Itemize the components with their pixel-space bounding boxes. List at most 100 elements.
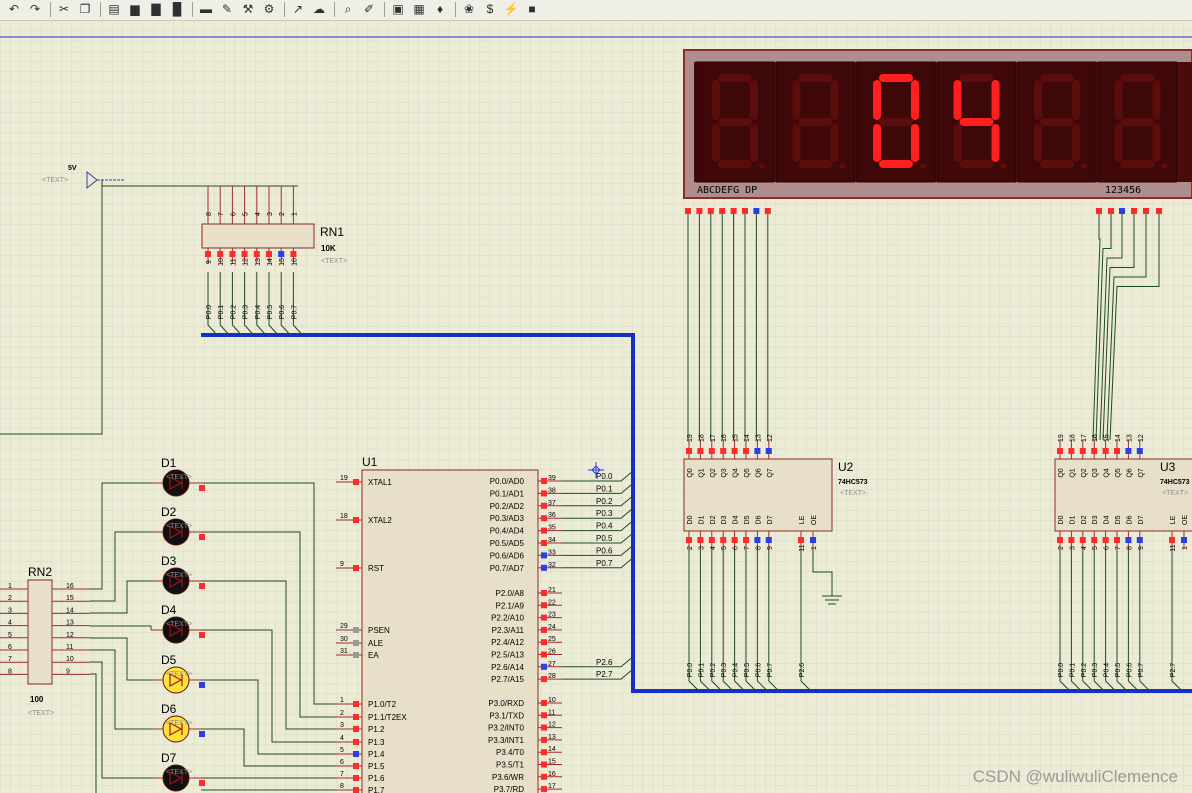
rn1-body[interactable]	[201, 223, 315, 249]
u2-pin-state	[686, 537, 692, 543]
led-pin-state	[199, 682, 205, 688]
u2-pin-label: D4	[733, 515, 740, 524]
u3-pin-label: Q1	[1069, 468, 1076, 477]
search-tag-icon[interactable]: ⌕	[340, 2, 356, 16]
u3-name: U3	[1160, 460, 1176, 474]
copy-icon[interactable]: ❐	[77, 2, 93, 16]
make-device-icon[interactable]: ⚒	[240, 2, 256, 16]
u3-pin-label: Q5	[1115, 468, 1122, 477]
u3-pin-label: Q0	[1058, 468, 1065, 477]
u1-pin-number: 17	[548, 783, 556, 790]
net-label: P0.7	[767, 663, 774, 678]
led-pin-state	[199, 534, 205, 540]
pick-device-icon[interactable]: ✎	[219, 2, 235, 16]
rn2-value: 100	[30, 695, 44, 704]
wire-autorouter-icon[interactable]: ☁	[311, 2, 327, 16]
u3-pin-label: Q3	[1092, 468, 1099, 477]
electrical-check-icon[interactable]: ⚡	[503, 2, 519, 16]
u3-pin-state	[1169, 537, 1175, 543]
display-dp	[1081, 163, 1087, 169]
u1-pin-label: P2.0/A8	[496, 589, 525, 598]
rn2-body[interactable]	[27, 579, 53, 685]
u2-pin-state	[798, 537, 804, 543]
rn2-pin-number: 10	[66, 656, 74, 663]
block-move-icon[interactable]: ▇	[148, 2, 164, 16]
u3-pin-label: Q6	[1126, 468, 1133, 477]
net-label: P0.1	[1069, 663, 1076, 678]
u2-pin-number: 8	[755, 546, 762, 550]
decompose-icon[interactable]: ↗	[290, 2, 306, 16]
schematic-canvas[interactable]: 5V<TEXT>RN110K<TEXT>89P0.0710P0.1611P0.2…	[0, 20, 1192, 793]
design-explorer-icon[interactable]: ♦	[432, 2, 448, 16]
led-pin-state	[199, 731, 205, 737]
rn2-pin-number: 9	[66, 668, 70, 675]
rn1-pin-number: 6	[230, 212, 237, 216]
net-label: P0.1	[218, 305, 225, 320]
block-rotate-icon[interactable]: █	[169, 2, 185, 16]
u1-pin-label: P0.1/AD1	[490, 489, 525, 498]
back-icon[interactable]: ↶	[6, 2, 22, 16]
net-label: P0.3	[243, 305, 250, 320]
u1-pin-label: P3.4/T0	[496, 748, 525, 757]
block-delete-icon[interactable]: ▬	[198, 2, 214, 16]
u1-pin-label: P2.5/A13	[491, 651, 524, 660]
new-sheet-icon[interactable]: ❀	[461, 2, 477, 16]
u1-pin-state	[541, 540, 547, 546]
u3-pin-state	[1091, 448, 1098, 454]
u3-pin-state	[1136, 448, 1143, 454]
display-dp	[839, 163, 846, 169]
u1-pin-number: 28	[548, 673, 556, 680]
display-pin-state	[1131, 208, 1137, 214]
net-label: P0.6	[596, 546, 613, 555]
led-name: D7	[161, 751, 177, 765]
u1-pin-number: 38	[548, 487, 556, 494]
u1-pin-number: 33	[548, 549, 556, 556]
property-tool-icon[interactable]: ✐	[361, 2, 377, 16]
u1-pin-state	[353, 775, 359, 781]
u1-pin-number: 25	[548, 636, 556, 643]
block-copy-icon[interactable]: ▆	[127, 2, 143, 16]
u1-pin-number: 8	[340, 783, 344, 790]
display-dp	[920, 163, 926, 169]
cut-icon[interactable]: ✂	[56, 2, 72, 16]
package-tool-icon[interactable]: ⚙	[261, 2, 277, 16]
netlist-icon[interactable]: ▦	[411, 2, 427, 16]
paste-icon[interactable]: ▤	[106, 2, 122, 16]
u3-pin-label: Q2	[1081, 468, 1088, 477]
forward-icon[interactable]: ↷	[27, 2, 43, 16]
u3-pin-label: D4	[1104, 515, 1111, 524]
led-text: <TEXT>	[166, 572, 192, 579]
u2-pin-state	[731, 448, 738, 454]
u1-pin-label: P3.3/INT1	[488, 736, 525, 745]
ares-icon[interactable]: ■	[524, 2, 540, 16]
u2-pin-label: D6	[755, 515, 762, 524]
u3-pin-state	[1102, 448, 1109, 454]
net-label: P0.5	[596, 534, 613, 543]
u3-pin-label: D5	[1115, 515, 1122, 524]
bill-of-materials-icon[interactable]: ▣	[390, 2, 406, 16]
u1-pin-state	[353, 739, 359, 745]
u3-pin-state	[1091, 537, 1098, 543]
net-label: P0.3	[1092, 663, 1099, 678]
u1-pin-number: 11	[548, 709, 555, 716]
u2-pin-number: 3	[698, 546, 705, 550]
net-label: P0.3	[596, 509, 613, 518]
rn1-pin-state	[217, 251, 224, 257]
display-pin-state	[730, 208, 737, 214]
u1-pin-number: 30	[340, 636, 348, 643]
u1-pin-state	[353, 627, 359, 633]
u1-pin-state	[541, 724, 547, 731]
rn2-pin-number: 12	[66, 632, 74, 639]
u1-pin-state	[353, 701, 359, 707]
net-label: P0.5	[1115, 663, 1122, 678]
money-report-icon[interactable]: $	[482, 2, 498, 16]
u1-pin-state	[353, 517, 359, 523]
u2-pin-label: D2	[710, 515, 717, 524]
net-label: P0.7	[596, 559, 613, 568]
rn1-pin-state	[278, 251, 285, 257]
u1-pin-label: P1.0/T2	[368, 700, 397, 709]
rn2-pin-number: 1	[8, 583, 12, 590]
u1-pin-label: P1.1/T2EX	[368, 713, 407, 722]
u1-pin-state	[541, 626, 547, 633]
u3-pin-label: OE	[1182, 515, 1189, 525]
